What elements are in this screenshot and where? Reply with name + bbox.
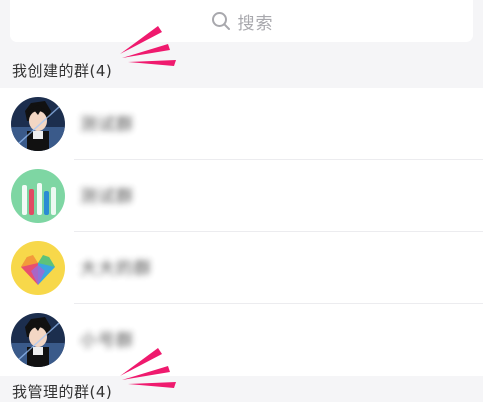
section-title: 我管理的群(4) xyxy=(12,383,113,401)
section-header-managed: 我管理的群(4) xyxy=(0,376,483,402)
search-area: 搜索 xyxy=(0,0,483,53)
section-title: 我创建的群(4) xyxy=(12,62,113,80)
group-row[interactable]: 测试群 xyxy=(0,160,483,232)
group-name: 测试群 xyxy=(80,115,134,135)
group-name: 大大的群 xyxy=(80,259,152,279)
toothbrush-avatar xyxy=(11,169,65,223)
search-input[interactable]: 搜索 xyxy=(10,0,473,42)
group-row[interactable]: 大大的群 xyxy=(0,232,483,304)
group-name: 测试群 xyxy=(80,187,134,207)
section-header-created: 我创建的群(4) xyxy=(0,53,483,88)
group-row[interactable]: 测试群 xyxy=(0,88,483,160)
group-row[interactable]: 小号群 xyxy=(0,304,483,376)
heart-avatar xyxy=(11,241,65,295)
annotation-burst-icon xyxy=(120,348,176,388)
anime-avatar xyxy=(11,97,65,151)
search-icon xyxy=(211,12,230,30)
anime-avatar xyxy=(11,313,65,367)
annotation-burst-icon xyxy=(120,26,176,66)
search-placeholder: 搜索 xyxy=(237,13,274,34)
